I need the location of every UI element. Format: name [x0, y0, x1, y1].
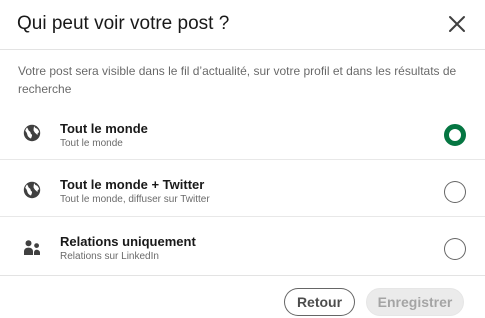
dialog-footer: Retour Enregistrer [0, 275, 485, 318]
close-icon [449, 16, 465, 32]
save-button[interactable]: Enregistrer [366, 288, 464, 316]
option-everyone-twitter[interactable]: Tout le monde + Twitter Tout le monde, d… [0, 161, 485, 217]
visibility-dialog: Qui peut voir votre post ? Votre post se… [0, 0, 485, 318]
radio-everyone[interactable] [444, 124, 466, 146]
radio-connections-only[interactable] [444, 238, 466, 260]
option-everyone[interactable]: Tout le monde Tout le monde [0, 104, 485, 160]
option-connections-only[interactable]: Relations uniquement Relations sur Linke… [0, 218, 485, 274]
globe-icon [22, 180, 42, 200]
option-label: Tout le monde [60, 121, 148, 136]
option-sublabel: Tout le monde, diffuser sur Twitter [60, 194, 210, 205]
option-label: Tout le monde + Twitter [60, 177, 205, 192]
dialog-description: Votre post sera visible dans le fil d’ac… [18, 64, 457, 96]
radio-everyone-twitter[interactable] [444, 181, 466, 203]
option-sublabel: Tout le monde [60, 138, 123, 149]
back-button[interactable]: Retour [284, 288, 355, 316]
globe-icon [22, 123, 42, 143]
option-label: Relations uniquement [60, 234, 196, 249]
dialog-header: Qui peut voir votre post ? [0, 0, 485, 50]
dialog-title: Qui peut voir votre post ? [17, 13, 230, 34]
option-sublabel: Relations sur LinkedIn [60, 251, 159, 262]
close-button[interactable] [444, 11, 470, 37]
people-icon [22, 238, 42, 258]
